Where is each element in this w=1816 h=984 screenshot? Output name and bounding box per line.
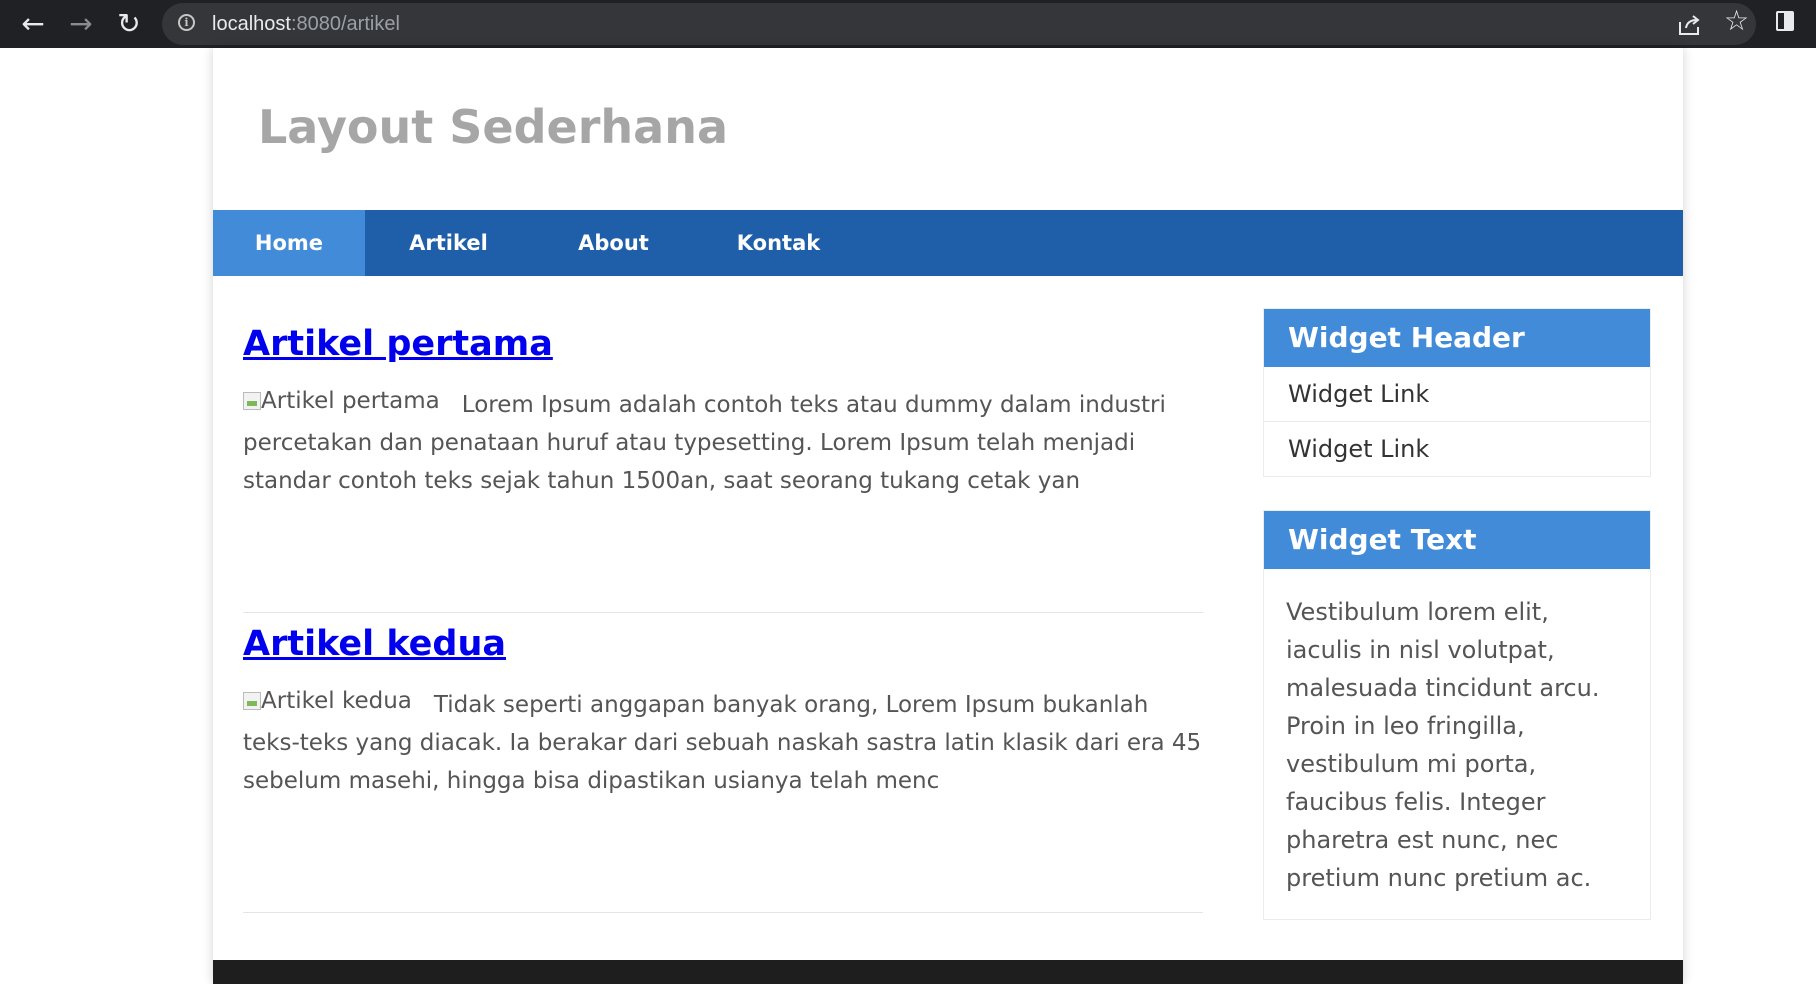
site-info-icon[interactable]: i bbox=[178, 14, 195, 31]
main-nav: Home Artikel About Kontak bbox=[213, 210, 1683, 276]
article-thumbnail: Artikel pertama bbox=[243, 382, 440, 420]
article-title-link[interactable]: Artikel kedua bbox=[243, 624, 1203, 664]
article-thumbnail-alt: Artikel pertama bbox=[261, 388, 440, 414]
forward-arrow-icon[interactable]: → bbox=[63, 6, 99, 42]
widget-header: Widget Header bbox=[1264, 309, 1650, 367]
site-title: Layout Sederhana bbox=[258, 100, 728, 154]
browser-toolbar: ← → ↻ i localhost:8080/artikel ☆ bbox=[0, 0, 1816, 48]
article-thumbnail: Artikel kedua bbox=[243, 682, 412, 720]
address-bar[interactable]: i localhost:8080/artikel ☆ bbox=[162, 3, 1756, 45]
nav-item-about[interactable]: About bbox=[532, 210, 695, 276]
widget-links: Widget Header Widget Link Widget Link bbox=[1263, 308, 1651, 477]
side-panel-icon[interactable] bbox=[1776, 11, 1794, 31]
article-excerpt-block: Artikel kedua Tidak seperti anggapan bany… bbox=[243, 686, 1203, 800]
back-arrow-icon[interactable]: ← bbox=[15, 6, 51, 42]
widget-text-body: Vestibulum lorem elit, iaculis in nisl v… bbox=[1286, 598, 1600, 892]
nav-item-kontak[interactable]: Kontak bbox=[695, 210, 862, 276]
widget-text: Widget Text Vestibulum lorem elit, iacul… bbox=[1263, 510, 1651, 920]
article-thumbnail-alt: Artikel kedua bbox=[261, 688, 412, 714]
article-title-link[interactable]: Artikel pertama bbox=[243, 324, 1203, 364]
url-text[interactable]: localhost:8080/artikel bbox=[212, 13, 400, 36]
page-container: Layout Sederhana Home Artikel About Kont… bbox=[213, 48, 1683, 984]
share-icon[interactable] bbox=[1677, 13, 1703, 37]
article-item: Artikel pertama Artikel pertama Lorem Ips… bbox=[243, 324, 1203, 613]
bookmark-star-icon[interactable]: ☆ bbox=[1724, 7, 1749, 35]
broken-image-icon bbox=[243, 392, 261, 410]
article-excerpt-block: Artikel pertama Lorem Ipsum adalah contoh… bbox=[243, 386, 1203, 500]
nav-item-artikel[interactable]: Artikel bbox=[365, 210, 532, 276]
nav-item-home[interactable]: Home bbox=[213, 210, 365, 276]
url-path: :8080/artikel bbox=[290, 13, 400, 35]
widget-link[interactable]: Widget Link bbox=[1264, 422, 1650, 476]
url-host: localhost bbox=[212, 13, 291, 35]
site-footer bbox=[213, 960, 1683, 984]
widget-text-header: Widget Text bbox=[1264, 511, 1650, 569]
reload-icon[interactable]: ↻ bbox=[111, 6, 147, 42]
widget-link[interactable]: Widget Link bbox=[1264, 367, 1650, 422]
site-header: Layout Sederhana bbox=[213, 48, 1683, 210]
article-item: Artikel kedua Artikel kedua Tidak seperti… bbox=[243, 624, 1203, 913]
broken-image-icon bbox=[243, 692, 261, 710]
